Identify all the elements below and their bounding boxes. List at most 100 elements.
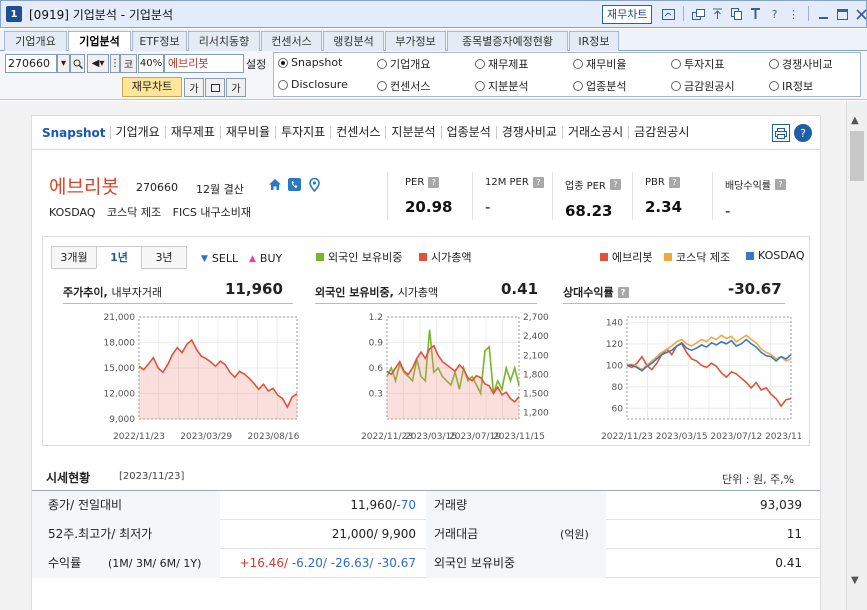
menu-icon[interactable]: ⋮ xyxy=(786,6,801,22)
tab-etf-info[interactable]: ETF정보 xyxy=(132,31,187,51)
tab-ir-info[interactable]: IR정보 xyxy=(569,31,619,51)
help-icon[interactable]: ? xyxy=(609,179,621,190)
nav-financial-ratios[interactable]: 재무비율 xyxy=(219,126,275,139)
location-icon[interactable] xyxy=(307,177,322,192)
home-icon[interactable] xyxy=(267,177,282,192)
minimize-icon[interactable] xyxy=(816,6,831,22)
financial-chart-title-button[interactable]: 재무차트 xyxy=(602,5,653,24)
ko-label[interactable]: 코 xyxy=(120,54,137,73)
y-tick-label: 9,000 xyxy=(109,415,135,425)
period-tab-3y[interactable]: 3년 xyxy=(141,246,187,269)
legend-series2: 코스닥 제조 xyxy=(664,249,730,265)
help-circle-icon[interactable]: ? xyxy=(794,124,812,142)
foreign-ownership-chart: 1.2 0.9 0.6 0.3 2,700 2,400 2,100 1,800 1,500 1,2… xyxy=(361,313,549,442)
font-larger-button[interactable]: 가 xyxy=(226,78,246,97)
copy-icon[interactable] xyxy=(729,6,744,22)
legend-mktcap: 시가총액 xyxy=(419,249,471,265)
settlement-month: 12월 결산 xyxy=(196,183,244,196)
radio-financial-statements[interactable]: 재무제표 xyxy=(475,56,528,72)
help-icon[interactable]: ? xyxy=(767,6,782,22)
close-icon[interactable] xyxy=(854,6,867,22)
print-icon[interactable] xyxy=(772,124,790,142)
legend-buy: ▲ BUY xyxy=(249,252,283,265)
radio-consensus[interactable]: 컨센서스 xyxy=(377,78,430,94)
help-icon[interactable]: ? xyxy=(532,177,544,188)
scroll-down-icon[interactable]: ▼ xyxy=(851,575,859,586)
y-tick-label: 0.6 xyxy=(369,364,384,374)
relative-return-chart: 140 120 100 80 60 2022/11/23 2023/03/15 2023/07… xyxy=(601,316,801,442)
x-tick-label: 2022/11/23 xyxy=(601,432,653,442)
nav-consensus[interactable]: 컨센서스 xyxy=(330,126,385,139)
radio-financial-ratios[interactable]: 재무비율 xyxy=(573,56,626,72)
financial-chart-button[interactable]: 재무차트 xyxy=(122,77,182,97)
nav-equity-analysis[interactable]: 지분분석 xyxy=(385,126,440,139)
radio-company-overview[interactable]: 기업개요 xyxy=(377,56,430,72)
scrollbar-thumb[interactable] xyxy=(850,131,864,181)
settings-label[interactable]: 설정 xyxy=(246,56,266,72)
company-name: 에브리봇 xyxy=(49,176,119,198)
radio-snapshot[interactable]: Snapshot xyxy=(278,56,342,69)
search-icon[interactable] xyxy=(70,54,85,73)
nav-competitor-comparison[interactable]: 경쟁사비교 xyxy=(495,126,562,139)
chart3-title: 상대수익률? xyxy=(563,284,629,300)
speaker-icon[interactable]: ◀▾ xyxy=(87,54,109,73)
market-status-date: [2023/11/23] xyxy=(119,471,185,482)
radio-disclosure[interactable]: Disclosure xyxy=(278,78,348,91)
x-tick-label: 2023/07/12 xyxy=(710,432,762,442)
vertical-scrollbar[interactable]: ▲ ▼ xyxy=(846,101,867,610)
nav-industry-analysis[interactable]: 업종분석 xyxy=(440,126,496,139)
radio-investment-indicators[interactable]: 투자지표 xyxy=(671,56,724,72)
screen-icon[interactable] xyxy=(661,6,676,22)
price-trend-chart: 21,000 18,000 15,000 12,000 9,000 2022/11/23 2… xyxy=(104,313,300,442)
x-tick-label: 2023/03/29 xyxy=(180,432,232,442)
tab-research[interactable]: 리서치동향 xyxy=(188,31,260,51)
nav-investment-indicators[interactable]: 투자지표 xyxy=(275,126,330,139)
market-status-table: 종가/ 전일대비 11,960/-70 거래량 93,039 52주.최고가/ … xyxy=(32,490,820,578)
nav-financial-statements[interactable]: 재무제표 xyxy=(164,126,220,139)
nav-fss-disclosure[interactable]: 금감원공시 xyxy=(628,126,694,139)
tab-capital-increase[interactable]: 종목별증자예정현황 xyxy=(447,31,568,51)
phone-icon[interactable] xyxy=(287,177,302,192)
scroll-up-icon[interactable]: ▲ xyxy=(851,115,859,126)
radio-industry-analysis[interactable]: 업종분석 xyxy=(573,78,626,94)
maximize-icon[interactable] xyxy=(835,6,850,22)
radio-fss-disclosure[interactable]: 금감원공시 xyxy=(671,78,735,94)
nav-exchange-disclosure[interactable]: 거래소공시 xyxy=(561,126,628,139)
tab-consensus[interactable]: 컨센서스 xyxy=(261,31,322,51)
fit-window-icon[interactable] xyxy=(205,78,225,97)
radio-competitor-comparison[interactable]: 경쟁사비교 xyxy=(769,56,833,72)
period-tab-3m[interactable]: 3개월 xyxy=(51,246,97,269)
code-dropdown-button[interactable]: ▾ xyxy=(57,54,70,73)
nav-company-overview[interactable]: 기업개요 xyxy=(109,126,165,139)
y2-tick-label: 2,100 xyxy=(523,351,549,361)
table-row: 종가/ 전일대비 11,960/-70 거래량 93,039 xyxy=(32,491,820,520)
tab-extra-info[interactable]: 부가정보 xyxy=(385,31,446,51)
y2-tick-label: 2,400 xyxy=(523,332,549,342)
x-tick-label: 2023/08/16 xyxy=(248,432,300,442)
tab-company-analysis[interactable]: 기업분석 xyxy=(68,31,131,52)
help-icon[interactable]: ? xyxy=(428,177,440,188)
prev-stock-button[interactable]: ⋮ xyxy=(110,54,120,73)
stock-code-input[interactable]: 270660 xyxy=(5,54,57,73)
y-tick-label: 140 xyxy=(606,318,623,328)
link-window-icon[interactable] xyxy=(691,6,706,22)
font-smaller-button[interactable]: 가 xyxy=(184,78,204,97)
radio-equity-analysis[interactable]: 지분분석 xyxy=(475,78,528,94)
y2-tick-label: 2,700 xyxy=(523,313,549,323)
font-size-icon[interactable] xyxy=(748,6,763,22)
help-icon[interactable]: ? xyxy=(668,177,680,188)
tab-company-overview[interactable]: 기업개요 xyxy=(4,31,67,51)
window-title: [0919] 기업분석 - 기업분석 xyxy=(29,7,173,22)
snapshot-logo[interactable]: Snapshot xyxy=(42,126,106,140)
stock-name-field[interactable]: 에브리봇 xyxy=(164,54,244,73)
help-icon[interactable]: ? xyxy=(617,286,629,298)
legend-series1: 에브리봇 xyxy=(600,249,652,265)
y2-tick-label: 1,800 xyxy=(523,370,549,380)
help-icon[interactable]: ? xyxy=(775,179,786,190)
period-tab-1y[interactable]: 1년 xyxy=(96,246,142,269)
table-row: 52주.최고가/ 최저가 21,000/ 9,900 거래대금 (억원) 11 xyxy=(32,520,820,549)
x-tick-label: 2023/11/01 xyxy=(765,432,801,442)
radio-ir-info[interactable]: IR정보 xyxy=(769,78,813,94)
pin-top-icon[interactable] xyxy=(710,6,725,22)
tab-ranking[interactable]: 랭킹분석 xyxy=(323,31,384,51)
